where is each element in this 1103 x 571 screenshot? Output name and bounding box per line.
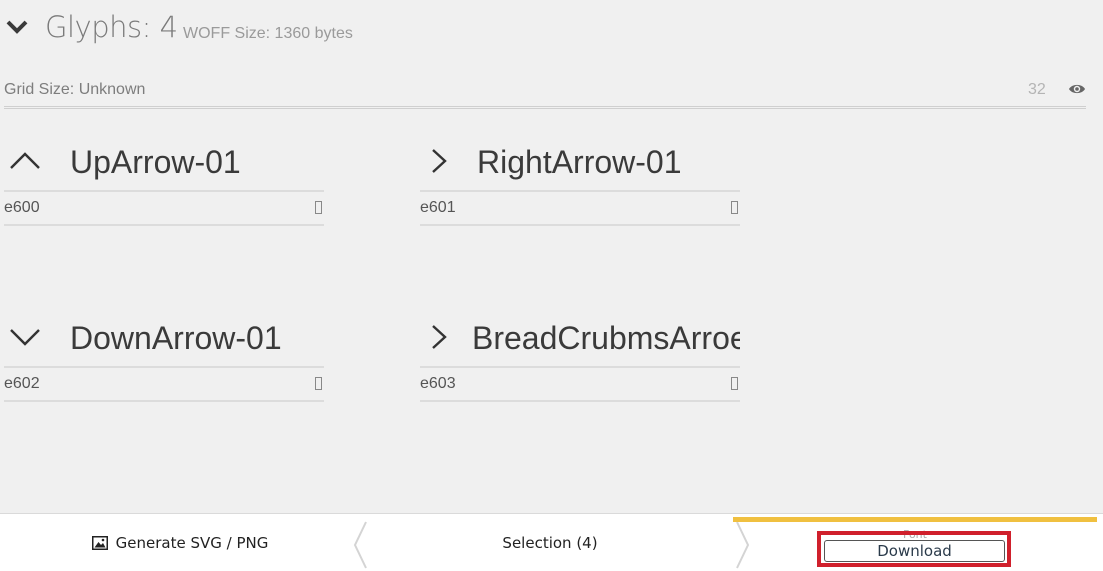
glyph-code[interactable]: e603: [420, 375, 456, 393]
grid-size-value[interactable]: 32: [1028, 81, 1046, 99]
chevron-right-icon: [432, 149, 447, 173]
glyph-code[interactable]: e600: [4, 199, 40, 217]
eye-icon[interactable]: [1068, 82, 1086, 96]
glyph-header: RightArrow-01: [420, 134, 740, 190]
glyph-name[interactable]: DownArrow-01: [70, 320, 324, 357]
glyph-code-row: e600: [4, 190, 324, 226]
glyph-code-row: e603: [420, 366, 740, 402]
chevron-down-icon[interactable]: [4, 14, 30, 40]
glyph-header: DownArrow-01: [4, 310, 324, 366]
grid-size-label: Grid Size: Unknown: [4, 81, 146, 98]
glyph-char-preview: [315, 201, 322, 214]
glyph-code-row: e601: [420, 190, 740, 226]
glyph-card[interactable]: BreadCrubmsArroe e603: [420, 310, 740, 402]
grid-size-row: Grid Size: Unknown 32: [4, 78, 1086, 109]
glyph-name[interactable]: UpArrow-01: [70, 144, 324, 181]
glyph-name[interactable]: RightArrow-01: [477, 144, 731, 181]
chevron-up-icon: [10, 152, 40, 169]
glyphs-count-title: Glyphs: 4: [45, 10, 178, 44]
glyph-card[interactable]: RightArrow-01 e601: [420, 134, 740, 226]
glyph-header: BreadCrubmsArroe: [420, 310, 740, 366]
woff-size-label: WOFF Size: 1360 bytes: [183, 25, 353, 42]
glyph-card[interactable]: UpArrow-01 e600: [4, 134, 324, 226]
glyph-char-preview: [731, 377, 738, 390]
page: Glyphs: 4 WOFF Size: 1360 bytes Grid Siz…: [0, 0, 1103, 571]
glyph-header: UpArrow-01: [4, 134, 324, 190]
selection-label: Selection (4): [502, 534, 598, 552]
selection-tab[interactable]: Selection (4): [370, 514, 730, 571]
chevron-down-icon: [10, 329, 40, 346]
separator-chevron-icon: [353, 521, 367, 569]
generate-label: Generate SVG / PNG: [115, 534, 269, 552]
chevron-right-icon: [432, 325, 447, 349]
glyph-card[interactable]: DownArrow-01 e602: [4, 310, 324, 402]
glyph-char-preview: [315, 377, 322, 390]
glyph-char-preview: [731, 201, 738, 214]
image-icon: [91, 536, 108, 550]
glyph-code[interactable]: e601: [420, 199, 456, 217]
glyphs-header: Glyphs: 4 WOFF Size: 1360 bytes: [0, 0, 1103, 60]
generate-svg-png-button[interactable]: Generate SVG / PNG: [0, 514, 360, 571]
glyph-code[interactable]: e602: [4, 375, 40, 393]
glyph-code-row: e602: [4, 366, 324, 402]
download-button[interactable]: Download: [824, 540, 1005, 562]
glyph-name[interactable]: BreadCrubmsArroe: [472, 320, 740, 357]
